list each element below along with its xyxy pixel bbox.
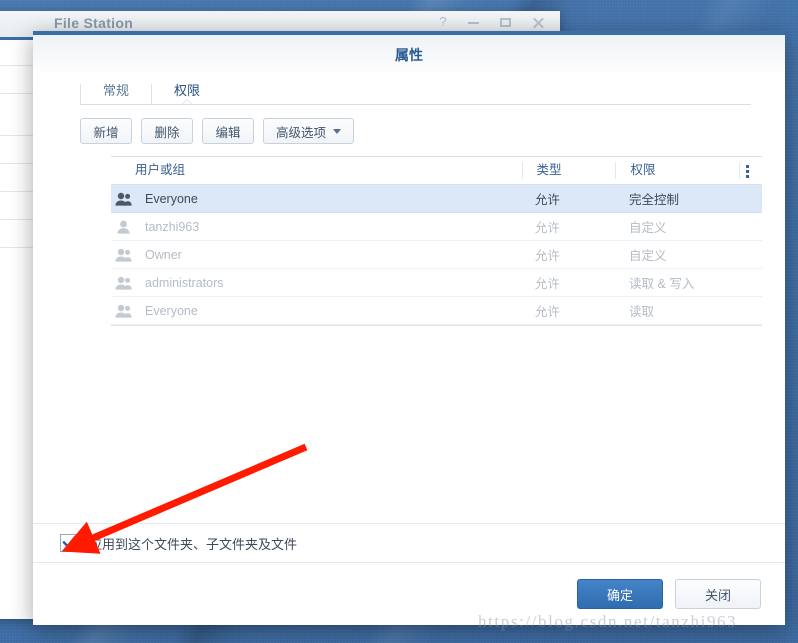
tab-permissions-label: 权限: [174, 83, 201, 98]
add-button-label: 新增: [93, 125, 119, 140]
permissions-toolbar: 新增 删除 编辑 高级选项: [33, 105, 785, 144]
minimize-icon[interactable]: [468, 14, 482, 30]
screen: File Station ? 属性 常规 权限 新增 删除 编辑 高级选项 用户…: [0, 0, 798, 643]
table-row[interactable]: Everyone 允许 完全控制: [111, 185, 762, 213]
cell-type: 允许: [534, 277, 560, 291]
cell-user: administrators: [111, 276, 521, 290]
permissions-table: 用户或组 类型 权限 Everyone 允许 完全控制 tanzhi963 允许…: [111, 156, 762, 326]
group-icon: [111, 192, 135, 206]
cell-permission: 完全控制: [629, 193, 680, 207]
maximize-icon[interactable]: [500, 14, 514, 30]
active-tab-indicator: [181, 100, 194, 106]
advanced-options-button[interactable]: 高级选项: [263, 118, 355, 144]
cell-type: 允许: [534, 249, 560, 263]
apply-checkbox[interactable]: [60, 534, 78, 552]
advanced-options-label: 高级选项: [276, 125, 327, 140]
apply-checkbox-row: 应用到这个文件夹、子文件夹及文件: [33, 523, 785, 563]
cell-user: Everyone: [111, 304, 521, 318]
dialog-title: 属性: [395, 47, 423, 63]
add-button[interactable]: 新增: [80, 118, 132, 144]
table-row[interactable]: Everyone 允许 读取: [111, 297, 762, 325]
tab-general-label: 常规: [103, 83, 130, 98]
group-icon: [111, 304, 135, 318]
delete-button[interactable]: 删除: [141, 118, 193, 144]
tab-permissions[interactable]: 权限: [151, 83, 222, 106]
cell-user: Owner: [111, 248, 521, 262]
cell-user-label: Owner: [145, 247, 182, 262]
group-icon: [111, 248, 135, 262]
dialog-footer-buttons: 确定 关闭: [577, 579, 761, 609]
close-button[interactable]: 关闭: [675, 579, 761, 609]
table-row[interactable]: tanzhi963 允许 自定义: [111, 213, 762, 241]
cell-user: Everyone: [111, 192, 521, 206]
column-header-user[interactable]: 用户或组: [111, 162, 522, 179]
cell-type: 允许: [534, 193, 560, 207]
more-vertical-icon[interactable]: [739, 163, 754, 179]
window-controls: ?: [436, 14, 546, 30]
cell-user-label: administrators: [145, 275, 224, 290]
close-button-label: 关闭: [704, 587, 731, 603]
cell-permission: 读取: [629, 305, 655, 319]
cell-permission: 读取 & 写入: [629, 277, 695, 291]
cell-user-label: Everyone: [145, 303, 198, 318]
confirm-button[interactable]: 确定: [577, 579, 663, 609]
tab-general[interactable]: 常规: [80, 84, 151, 105]
cell-user: tanzhi963: [111, 220, 521, 234]
user-icon: [111, 220, 135, 234]
delete-button-label: 删除: [154, 125, 180, 140]
table-row[interactable]: Owner 允许 自定义: [111, 241, 762, 269]
column-header-type[interactable]: 类型: [521, 162, 616, 179]
table-header: 用户或组 类型 权限: [111, 157, 762, 185]
close-icon[interactable]: [532, 14, 546, 30]
cell-permission: 自定义: [629, 249, 667, 263]
tab-bar: 常规 权限: [33, 73, 785, 106]
confirm-button-label: 确定: [606, 587, 633, 603]
cell-type: 允许: [534, 305, 560, 319]
edit-button[interactable]: 编辑: [202, 118, 254, 144]
cell-permission: 自定义: [629, 221, 667, 235]
table-row[interactable]: administrators 允许 读取 & 写入: [111, 269, 762, 297]
help-icon[interactable]: ?: [436, 14, 450, 30]
cell-type: 允许: [534, 221, 560, 235]
apply-checkbox-label: 应用到这个文件夹、子文件夹及文件: [89, 536, 298, 552]
tab-divider: [80, 104, 751, 105]
edit-button-label: 编辑: [215, 125, 241, 140]
group-icon: [111, 276, 135, 290]
file-station-title: File Station: [54, 15, 134, 31]
dialog-header: 属性: [33, 35, 785, 73]
cell-user-label: tanzhi963: [145, 219, 200, 234]
cell-user-label: Everyone: [145, 191, 198, 206]
properties-dialog: 属性 常规 权限 新增 删除 编辑 高级选项 用户或组 类型 权限 Everyo…: [33, 31, 785, 625]
chevron-down-icon: [333, 128, 342, 134]
